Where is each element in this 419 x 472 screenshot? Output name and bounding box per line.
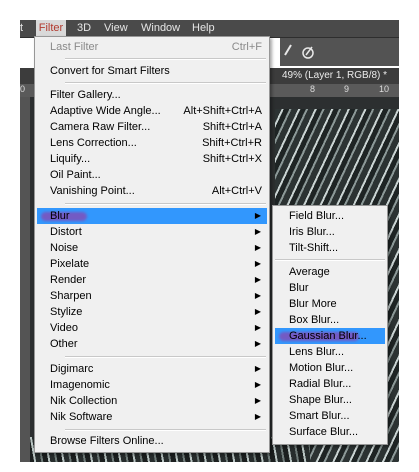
menu-item-digimarc[interactable]: Digimarc ▶ <box>37 361 267 377</box>
ruler-tick: 9 <box>344 84 350 94</box>
menu-item-camera-raw[interactable]: Camera Raw Filter... Shift+Ctrl+A <box>37 119 267 135</box>
submenu-item-field-blur[interactable]: Field Blur... <box>275 208 385 224</box>
submenu-arrow-icon: ▶ <box>254 396 261 405</box>
submenu-item-surface-blur[interactable]: Surface Blur... <box>275 424 385 440</box>
menu-help[interactable]: Help <box>192 20 215 37</box>
menu-view[interactable]: View <box>104 20 128 37</box>
submenu-arrow-icon: ▶ <box>254 275 261 284</box>
submenu-arrow-icon: ▶ <box>254 243 261 252</box>
left-ruler-tick: 0 <box>20 84 26 94</box>
submenu-item-blur[interactable]: Blur <box>275 280 385 296</box>
submenu-arrow-icon: ▶ <box>254 259 261 268</box>
submenu-item-gaussian-blur[interactable]: Gaussian Blur... <box>275 328 385 344</box>
pressure-pen-icon[interactable] <box>300 44 316 60</box>
menu-item-blur[interactable]: Blur ▶ <box>37 208 267 224</box>
brush-tool-icon[interactable] <box>280 44 296 60</box>
menu-window[interactable]: Window <box>141 20 180 37</box>
menu-item-distort[interactable]: Distort ▶ <box>37 224 267 240</box>
vertical-ruler <box>20 97 30 462</box>
menu-item-imagenomic[interactable]: Imagenomic ▶ <box>37 377 267 393</box>
submenu-arrow-icon: ▶ <box>254 291 261 300</box>
menu-item-filter-gallery[interactable]: Filter Gallery... <box>37 87 267 103</box>
ruler-tick: 8 <box>310 84 316 94</box>
options-bar <box>280 38 399 66</box>
menu-item-liquify[interactable]: Liquify... Shift+Ctrl+X <box>37 151 267 167</box>
blur-submenu: Field Blur... Iris Blur... Tilt-Shift...… <box>272 205 388 445</box>
menu-item-pixelate[interactable]: Pixelate ▶ <box>37 256 267 272</box>
submenu-arrow-icon: ▶ <box>254 339 261 348</box>
submenu-arrow-icon: ▶ <box>254 227 261 236</box>
menu-separator <box>65 58 266 60</box>
photoshop-window: t Filter 3D View Window Help 49% (Layer … <box>0 0 419 472</box>
submenu-item-smart-blur[interactable]: Smart Blur... <box>275 408 385 424</box>
document-tab-title: 49% (Layer 1, RGB/8) * <box>282 70 388 81</box>
submenu-arrow-icon: ▶ <box>254 364 261 373</box>
submenu-arrow-icon: ▶ <box>254 323 261 332</box>
submenu-item-motion-blur[interactable]: Motion Blur... <box>275 360 385 376</box>
menu-3d[interactable]: 3D <box>77 20 91 37</box>
menu-separator <box>275 259 385 261</box>
menu-separator <box>65 356 266 358</box>
submenu-item-average[interactable]: Average <box>275 264 385 280</box>
menu-item-noise[interactable]: Noise ▶ <box>37 240 267 256</box>
menu-separator <box>65 429 266 431</box>
menu-item-convert-smart-filters[interactable]: Convert for Smart Filters <box>37 63 267 79</box>
submenu-item-radial-blur[interactable]: Radial Blur... <box>275 376 385 392</box>
submenu-arrow-icon: ▶ <box>254 380 261 389</box>
menu-separator <box>65 82 266 84</box>
ruler-tick: 10 <box>379 84 390 94</box>
menu-item-vanishing-point[interactable]: Vanishing Point... Alt+Ctrl+V <box>37 183 267 199</box>
menu-item-stylize[interactable]: Stylize ▶ <box>37 304 267 320</box>
submenu-item-box-blur[interactable]: Box Blur... <box>275 312 385 328</box>
menu-separator <box>65 203 266 205</box>
submenu-arrow-icon: ▶ <box>254 211 261 220</box>
filter-menu: Last Filter Ctrl+F Convert for Smart Filt… <box>34 36 270 453</box>
menu-item-last-filter: Last Filter Ctrl+F <box>50 41 262 53</box>
menu-item-sharpen[interactable]: Sharpen ▶ <box>37 288 267 304</box>
submenu-item-blur-more[interactable]: Blur More <box>275 296 385 312</box>
menu-item-browse-filters-online[interactable]: Browse Filters Online... <box>37 433 267 449</box>
menu-item-render[interactable]: Render ▶ <box>37 272 267 288</box>
submenu-item-tilt-shift[interactable]: Tilt-Shift... <box>275 240 385 256</box>
menu-item-lens-correction[interactable]: Lens Correction... Shift+Ctrl+R <box>37 135 267 151</box>
submenu-arrow-icon: ▶ <box>254 307 261 316</box>
menu-item-nik-software[interactable]: Nik Software ▶ <box>37 409 267 425</box>
submenu-arrow-icon: ▶ <box>254 412 261 421</box>
menu-item-nik-collection[interactable]: Nik Collection ▶ <box>37 393 267 409</box>
submenu-item-iris-blur[interactable]: Iris Blur... <box>275 224 385 240</box>
menu-edit-partial[interactable]: t <box>20 20 30 37</box>
submenu-item-shape-blur[interactable]: Shape Blur... <box>275 392 385 408</box>
menu-filter[interactable]: Filter <box>36 20 66 37</box>
menu-item-oil-paint[interactable]: Oil Paint... <box>37 167 267 183</box>
menu-item-adaptive-wide-angle[interactable]: Adaptive Wide Angle... Alt+Shift+Ctrl+A <box>37 103 267 119</box>
menu-item-other[interactable]: Other ▶ <box>37 336 267 352</box>
menu-item-video[interactable]: Video ▶ <box>37 320 267 336</box>
submenu-item-lens-blur[interactable]: Lens Blur... <box>275 344 385 360</box>
